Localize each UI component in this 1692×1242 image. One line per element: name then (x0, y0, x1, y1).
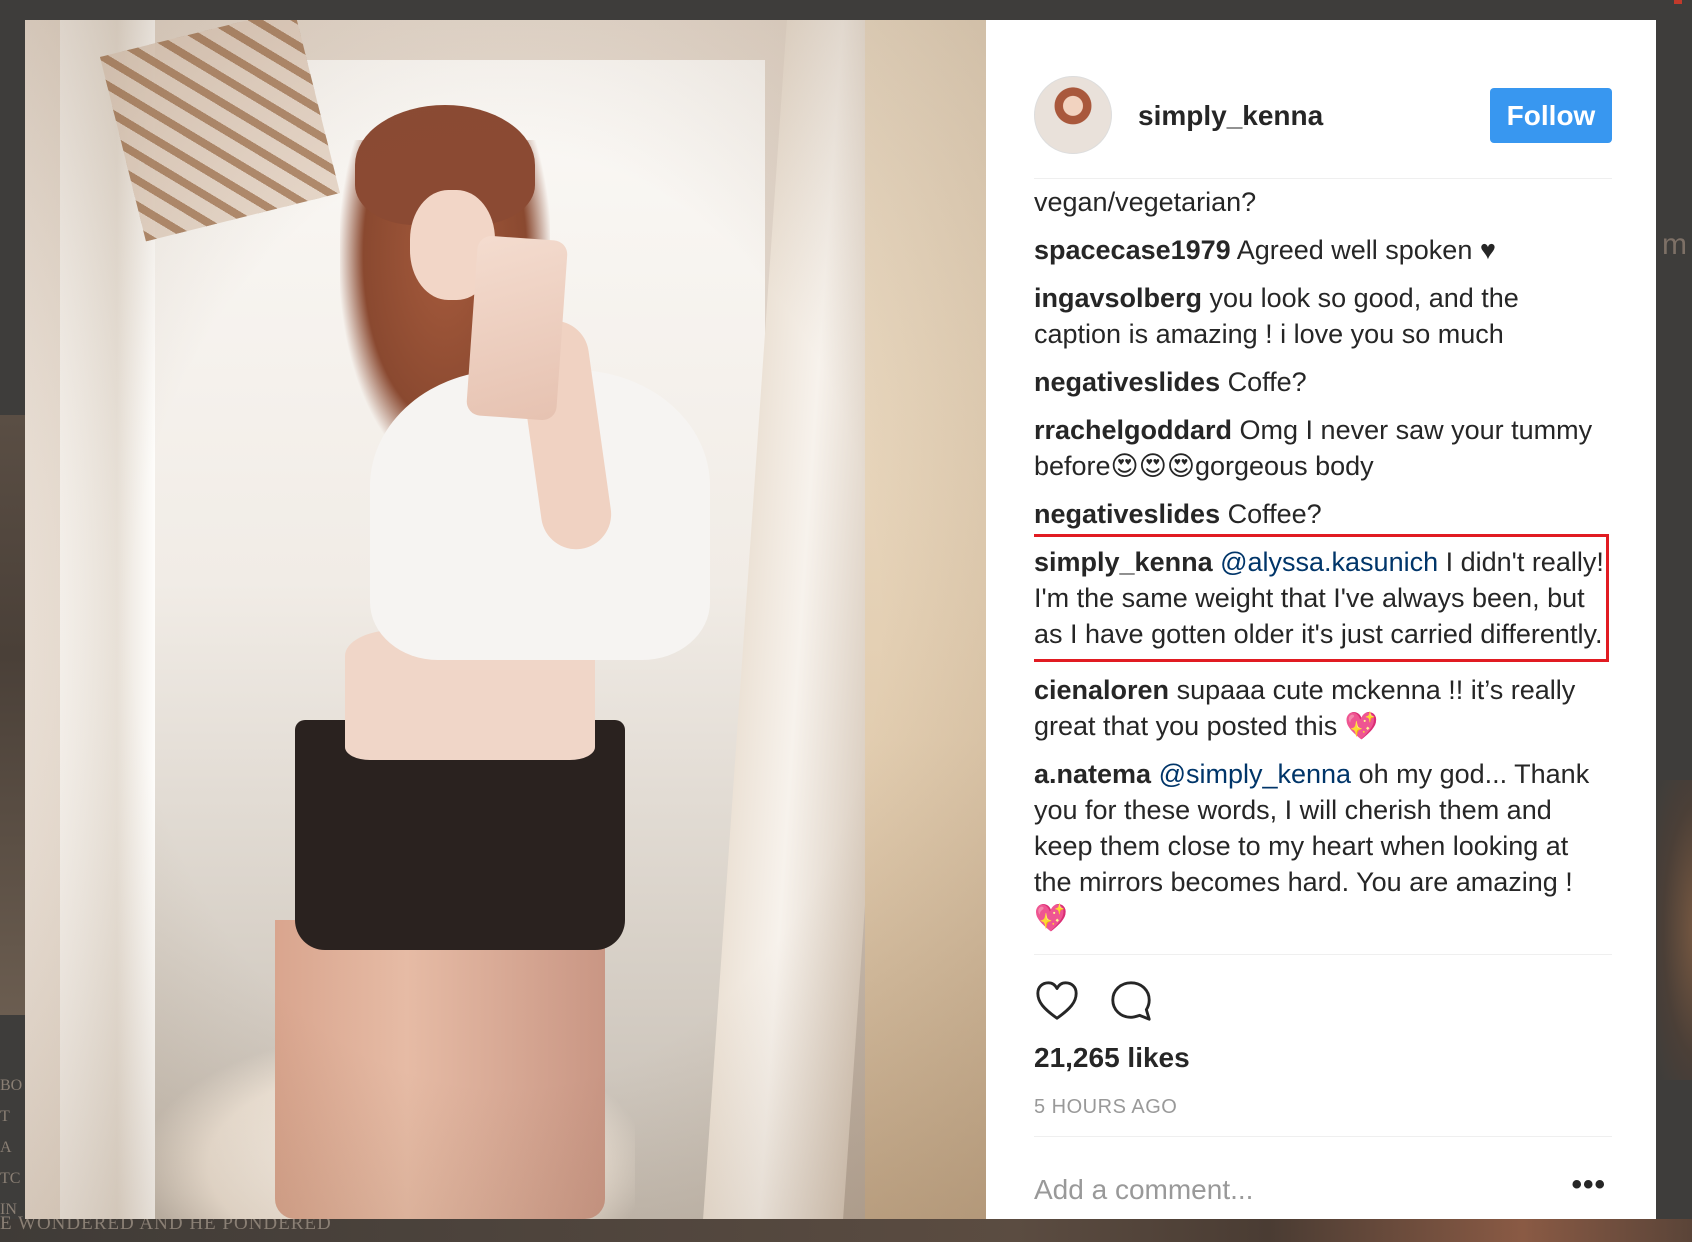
comment-item: vegan/vegetarian? (1034, 184, 1612, 220)
photo-vignette (25, 20, 986, 1219)
background-image-left (0, 415, 26, 1015)
post-actions (1034, 978, 1234, 1028)
post-side-panel: simply_kenna Follow vegan/vegetarian? sp… (986, 20, 1656, 1219)
post-modal: simply_kenna Follow vegan/vegetarian? sp… (25, 20, 1656, 1219)
add-comment-input[interactable] (1034, 1170, 1574, 1210)
comment-mention[interactable]: @simply_kenna (1151, 759, 1352, 789)
comment-item: spacecase1979 Agreed well spoken ♥ (1034, 232, 1612, 268)
comment-username[interactable]: a.natema (1034, 759, 1151, 789)
comment-username[interactable]: spacecase1979 (1034, 235, 1231, 265)
comment-mention[interactable]: @alyssa.kasunich (1213, 547, 1438, 577)
comment-username[interactable]: negativeslides (1034, 499, 1220, 529)
comment-text: Agreed well spoken ♥ (1230, 235, 1496, 265)
post-photo[interactable] (25, 20, 986, 1219)
post-header: simply_kenna Follow (1034, 48, 1612, 179)
background-text-fragment: m (1662, 228, 1687, 261)
comment-text: vegan/vegetarian? (1034, 187, 1257, 217)
comment-item: cienaloren supaaa cute mckenna !! it’s r… (1034, 672, 1612, 744)
comment-username[interactable]: simply_kenna (1034, 547, 1213, 577)
comment-username[interactable]: negativeslides (1034, 367, 1220, 397)
follow-button[interactable]: Follow (1490, 88, 1612, 143)
post-username[interactable]: simply_kenna (1138, 100, 1323, 132)
comment-item: a.natema @simply_kenna oh my god... Than… (1034, 756, 1612, 936)
comment-username[interactable]: ingavsolberg (1034, 283, 1202, 313)
comment-item: negativeslides Coffe? (1034, 364, 1612, 400)
comment-username[interactable]: rrachelgoddard (1034, 415, 1232, 445)
comment-list[interactable]: vegan/vegetarian? spacecase1979 Agreed w… (1034, 178, 1612, 955)
like-count[interactable]: 21,265 likes (1034, 1042, 1190, 1074)
background-text-column: BO T A TC IN (0, 1070, 24, 1225)
background-letter: BO (0, 1077, 23, 1094)
comment-text: Coffee? (1220, 499, 1322, 529)
background-letter: T A (0, 1108, 12, 1156)
avatar[interactable] (1034, 76, 1112, 154)
more-icon[interactable]: ••• (1571, 1168, 1606, 1202)
comment-text: Coffe? (1220, 367, 1307, 397)
comment-icon[interactable] (1108, 978, 1154, 1024)
post-timestamp[interactable]: 5 HOURS AGO (1034, 1096, 1177, 1119)
divider (1034, 1136, 1612, 1137)
background-accent (1674, 0, 1682, 4)
comment-username[interactable]: cienaloren (1034, 675, 1169, 705)
comment-item: rrachelgoddard Omg I never saw your tumm… (1034, 412, 1612, 484)
background-image-right (1657, 780, 1692, 1080)
comment-item: ingavsolberg you look so good, and the c… (1034, 280, 1612, 352)
comment-item: negativeslides Coffee? (1034, 496, 1612, 532)
background-letter: TC (0, 1170, 21, 1187)
heart-icon[interactable] (1034, 978, 1080, 1024)
comment-item-highlighted: simply_kenna @alyssa.kasunich I didn't r… (1034, 534, 1612, 662)
